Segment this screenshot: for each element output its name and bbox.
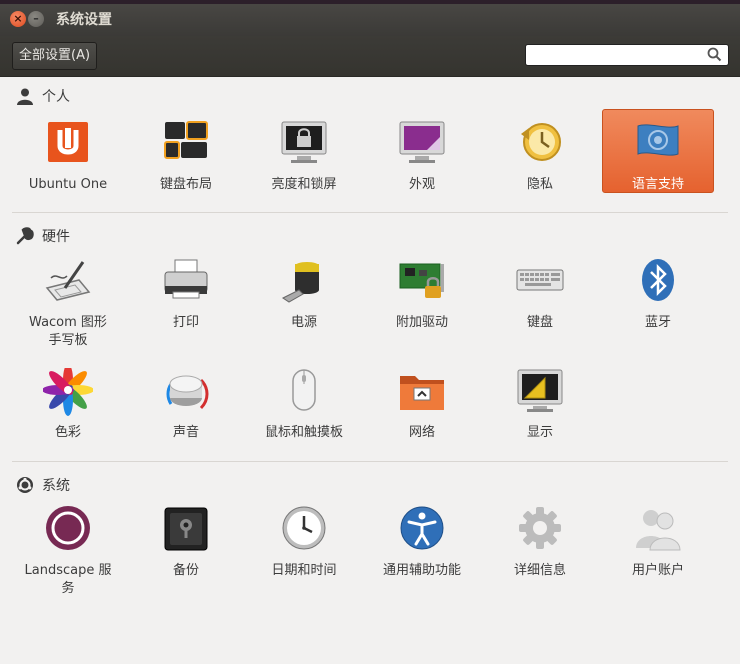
language-support-icon <box>637 124 679 156</box>
item-backup[interactable]: 备份 <box>130 506 242 580</box>
item-displays[interactable]: 显示 <box>484 368 596 442</box>
item-landscape-service[interactable]: Landscape 服务 <box>12 506 124 598</box>
keyboard-icon <box>516 269 564 291</box>
item-user-accounts[interactable]: 用户账户 <box>602 506 714 580</box>
mouse-icon <box>292 369 316 411</box>
users-icon <box>636 510 681 551</box>
item-label: 声音 <box>172 425 199 440</box>
item-label: 键盘布局 <box>159 177 212 192</box>
item-label: 隐私 <box>526 177 553 192</box>
details-gear-icon <box>519 507 561 549</box>
item-brightness-lock[interactable]: 亮度和锁屏 <box>248 120 360 194</box>
item-language-support[interactable]: 语言支持 <box>602 109 714 193</box>
item-label: 网络 <box>408 425 435 440</box>
ubuntu-one-icon <box>48 122 88 162</box>
item-privacy[interactable]: 隐私 <box>484 120 596 194</box>
display-icon <box>517 369 563 412</box>
section-system-title: 系统 <box>42 478 70 494</box>
search-input[interactable] <box>530 46 704 66</box>
privacy-icon <box>521 123 561 161</box>
backup-safe-icon <box>164 507 208 551</box>
item-label: Ubuntu One <box>28 177 108 192</box>
item-keyboard[interactable]: 键盘 <box>484 258 596 332</box>
item-label: 蓝牙 <box>644 315 671 330</box>
system-gear-icon <box>17 477 33 493</box>
item-network[interactable]: 网络 <box>366 368 478 442</box>
item-sound[interactable]: 声音 <box>130 368 242 442</box>
item-label: 附加驱动 <box>395 315 448 330</box>
close-icon: × <box>13 12 23 25</box>
item-label: 键盘 <box>526 315 553 330</box>
title-bar: × – 系统设置 <box>0 0 740 36</box>
item-label: 显示 <box>526 425 553 440</box>
bluetooth-icon <box>642 259 674 301</box>
appearance-icon <box>399 121 445 163</box>
item-wacom-tablet[interactable]: Wacom 图形 手写板 <box>12 258 124 350</box>
accessibility-icon <box>400 506 444 550</box>
item-label: 电源 <box>290 315 317 330</box>
search-box[interactable] <box>525 44 729 66</box>
item-label: 日期和时间 <box>271 563 337 578</box>
keyboard-layout-icon <box>164 121 208 159</box>
item-label: Landscape 服务 <box>24 563 112 596</box>
section-personal-header: 个人 <box>16 86 70 106</box>
toolbar: 全部设置(A) <box>0 36 740 77</box>
window-title: 系统设置 <box>56 12 112 28</box>
minimize-icon: – <box>33 12 39 25</box>
clock-icon <box>282 506 326 550</box>
search-icon <box>707 47 722 62</box>
printer-icon <box>164 259 208 299</box>
item-ubuntu-one[interactable]: Ubuntu One <box>12 120 124 194</box>
network-folder-icon <box>400 376 444 410</box>
section-system-header: 系统 <box>16 475 70 495</box>
item-label: 色彩 <box>54 425 81 440</box>
item-details[interactable]: 详细信息 <box>484 506 596 580</box>
item-appearance[interactable]: 外观 <box>366 120 478 194</box>
item-power[interactable]: 电源 <box>248 258 360 332</box>
close-button[interactable]: × <box>10 11 26 27</box>
item-label: 语言支持 <box>631 177 684 192</box>
item-label: 用户账户 <box>631 563 684 578</box>
section-personal-title: 个人 <box>42 89 70 105</box>
item-universal-access[interactable]: 通用辅助功能 <box>366 506 478 580</box>
section-hardware-title: 硬件 <box>42 229 70 245</box>
person-icon <box>17 88 33 105</box>
item-keyboard-layout[interactable]: 键盘布局 <box>130 120 242 194</box>
power-battery-icon <box>282 262 319 303</box>
wacom-tablet-icon <box>45 261 91 301</box>
item-label: 备份 <box>172 563 199 578</box>
section-hardware-header: 硬件 <box>16 226 70 246</box>
divider <box>12 461 728 462</box>
sound-knob-icon <box>166 375 209 410</box>
all-settings-button[interactable]: 全部设置(A) <box>12 42 98 70</box>
color-icon <box>43 368 93 416</box>
top-strip <box>0 0 740 4</box>
additional-drivers-icon <box>399 263 444 298</box>
wrench-icon <box>16 227 34 245</box>
item-additional-drivers[interactable]: 附加驱动 <box>366 258 478 332</box>
item-printing[interactable]: 打印 <box>130 258 242 332</box>
item-label: 通用辅助功能 <box>382 563 461 578</box>
item-mouse-touchpad[interactable]: 鼠标和触摸板 <box>248 368 360 442</box>
brightness-lock-icon <box>281 121 327 163</box>
item-label: 鼠标和触摸板 <box>264 425 343 440</box>
item-label: 打印 <box>172 315 199 330</box>
item-label: 详细信息 <box>513 563 566 578</box>
item-label: 外观 <box>408 177 435 192</box>
divider <box>12 212 728 213</box>
item-color[interactable]: 色彩 <box>12 368 124 442</box>
item-bluetooth[interactable]: 蓝牙 <box>602 258 714 332</box>
item-label: Wacom 图形 手写板 <box>29 315 107 348</box>
item-date-time[interactable]: 日期和时间 <box>248 506 360 580</box>
minimize-button[interactable]: – <box>28 11 44 27</box>
item-label: 亮度和锁屏 <box>271 177 337 192</box>
landscape-icon <box>46 506 90 550</box>
